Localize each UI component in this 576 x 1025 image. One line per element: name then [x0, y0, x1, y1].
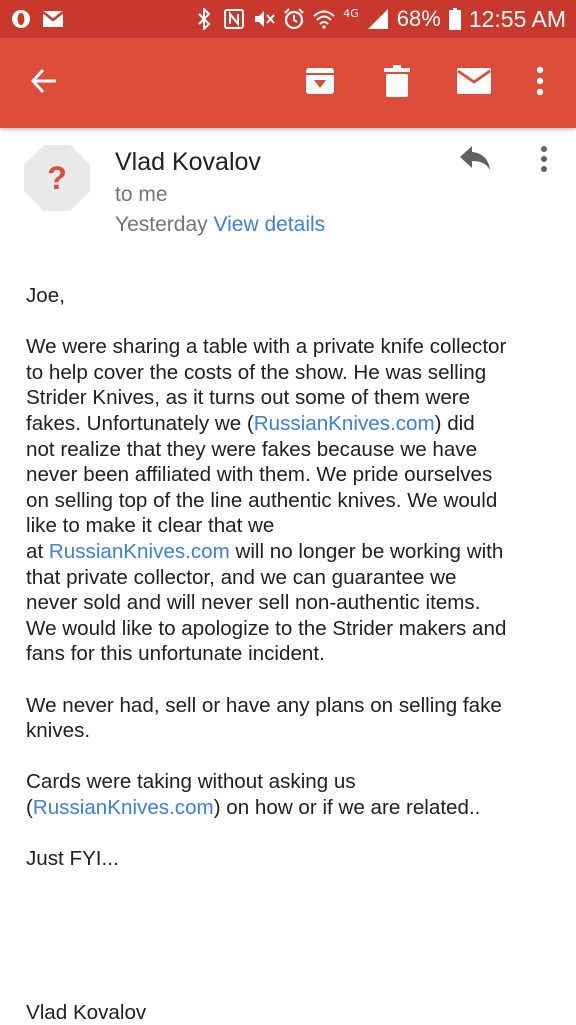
body-line: Cards were taking without asking us	[26, 770, 356, 794]
russianknives-link[interactable]: RussianKnives.com	[49, 540, 230, 563]
sender-name: Vlad Kovalov	[115, 148, 261, 176]
arrow-back-icon	[30, 67, 58, 100]
body-text: (	[26, 795, 33, 819]
back-button[interactable]	[14, 38, 74, 128]
body-line: knives.	[26, 719, 91, 743]
trash-icon	[384, 64, 410, 102]
body-text: will no longer be working with	[229, 539, 504, 563]
status-bar: 4G 68% 12:55 AM	[0, 0, 576, 38]
reply-button[interactable]	[458, 144, 502, 178]
view-details-link[interactable]: View details	[213, 213, 325, 236]
body-line: Strider Knives, as it turns out some of …	[26, 386, 471, 410]
avatar[interactable]: ?	[24, 145, 90, 211]
archive-button[interactable]	[296, 38, 344, 128]
body-line: (RussianKnives.com) on how or if we are …	[26, 795, 556, 821]
body-line: at RussianKnives.com will no longer be w…	[26, 539, 556, 565]
paragraph-3: Cards were taking without asking us (Rus…	[26, 769, 556, 820]
nfc-icon	[223, 8, 245, 30]
message-more-button[interactable]	[532, 144, 556, 178]
body-line: like to make it clear that we	[26, 514, 275, 538]
body-line: that private collector, and we can guara…	[26, 565, 457, 589]
paragraph-4: Just FYI...	[26, 847, 119, 871]
alarm-icon	[283, 8, 305, 30]
body-text: fakes. Unfortunately we (	[26, 411, 254, 435]
body-line: never sold and will never sell non-authe…	[26, 591, 481, 615]
archive-icon	[305, 66, 335, 101]
reply-icon	[458, 146, 492, 176]
russianknives-link[interactable]: RussianKnives.com	[254, 412, 435, 435]
body-line: to help cover the costs of the show. He …	[26, 360, 487, 384]
bluetooth-icon	[193, 8, 215, 30]
date-label: Yesterday	[115, 213, 208, 236]
body-line: We never had, sell or have any plans on …	[26, 693, 502, 717]
mail-icon	[457, 67, 491, 99]
more-vert-icon	[536, 66, 544, 101]
body-text: ) did	[434, 411, 475, 435]
message-body: Joe, We were sharing a table with a priv…	[26, 283, 556, 872]
battery-percent: 68%	[396, 6, 441, 31]
body-line: fakes. Unfortunately we (RussianKnives.c…	[26, 411, 556, 437]
mute-icon	[253, 8, 275, 30]
gmail-notification-icon	[42, 8, 64, 30]
body-line: never been affiliated with them. We prid…	[26, 463, 493, 487]
overflow-menu-button[interactable]	[522, 38, 558, 128]
body-line: not realize that they were fakes because…	[26, 437, 478, 461]
body-text: at	[26, 539, 49, 563]
recipient-label: to me	[115, 183, 168, 206]
body-text: ) on how or if we are related..	[213, 795, 481, 819]
network-type-label: 4G	[343, 6, 359, 20]
mark-unread-button[interactable]	[450, 38, 498, 128]
message-header: ? Vlad Kovalov to me Yesterday View deta…	[0, 128, 576, 258]
body-line: We were sharing a table with a private k…	[26, 335, 507, 359]
delete-button[interactable]	[373, 38, 421, 128]
opera-icon	[10, 8, 32, 30]
date-row: Yesterday View details	[115, 213, 325, 237]
paragraph-2: We never had, sell or have any plans on …	[26, 693, 556, 744]
body-line: on selling top of the line authentic kni…	[26, 488, 498, 512]
clock: 12:55 AM	[468, 5, 566, 32]
signal-icon	[367, 8, 389, 30]
battery-icon	[448, 8, 461, 30]
body-line: fans for this unfortunate incident.	[26, 642, 325, 666]
signature: Vlad Kovalov	[26, 1001, 147, 1024]
wifi-icon	[313, 8, 335, 30]
more-vert-icon	[540, 145, 548, 178]
russianknives-link[interactable]: RussianKnives.com	[33, 796, 214, 819]
app-bar	[0, 38, 576, 128]
greeting: Joe,	[26, 284, 65, 307]
paragraph-1: We were sharing a table with a private k…	[26, 334, 556, 667]
body-line: We would like to apologize to the Stride…	[26, 616, 507, 640]
